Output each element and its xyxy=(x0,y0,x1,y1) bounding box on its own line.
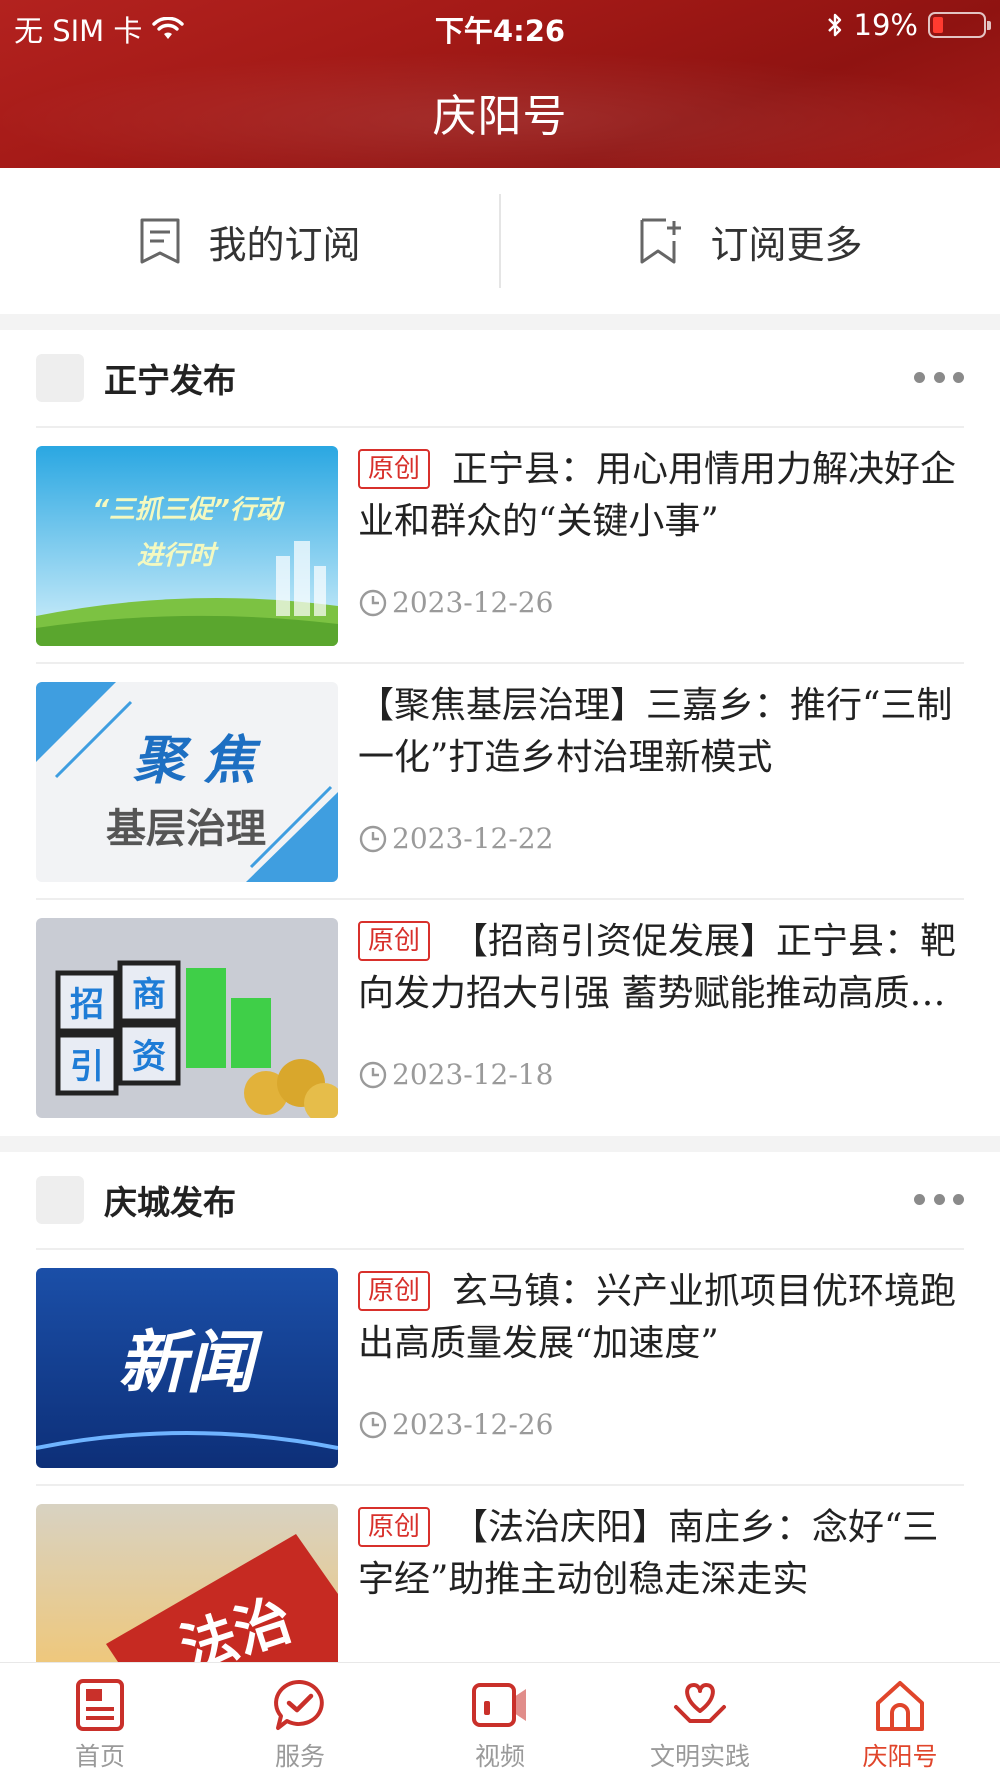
article-title: 原创【招商引资促发展】正宁县：靶向发力招大引强 蓄势赋能推动高质量发展 xyxy=(358,921,957,1014)
channel-header[interactable]: 庆城发布 xyxy=(0,1152,1000,1248)
video-camera-icon xyxy=(472,1683,526,1727)
article-item[interactable]: 聚 焦 基层治理 【聚焦基层治理】三嘉乡：推行“三制一化”打造乡村治理新模式 2… xyxy=(36,662,964,898)
channel-section: 庆城发布 新闻 原创 玄马镇：兴产业抓项目优环境跑出高质量发展“加速度” 2023… xyxy=(0,1152,1000,1662)
article-item[interactable]: 新闻 原创 玄马镇：兴产业抓项目优环境跑出高质量发展“加速度” 2023-12-2… xyxy=(36,1248,964,1484)
original-badge: 原创 xyxy=(358,1271,431,1311)
tab-video[interactable]: 视频 xyxy=(400,1663,600,1778)
channel-header[interactable]: 正宁发布 xyxy=(0,330,1000,426)
thumbnail-text: 聚 焦 xyxy=(133,730,262,791)
article-title: 【聚焦基层治理】三嘉乡：推行“三制一化”打造乡村治理新模式 xyxy=(358,685,953,778)
article-item[interactable]: 招 商 引 资 原创 【招商引资促发展】正宁县：靶向发力招大引强 蓄势赋能推动高质… xyxy=(36,898,964,1134)
article-date: 2023-12-22 xyxy=(358,822,553,855)
original-badge: 原创 xyxy=(358,449,431,489)
original-badge: 原创 xyxy=(358,1507,431,1547)
clock-icon xyxy=(359,1061,387,1088)
article-thumbnail: 法治 xyxy=(36,1504,338,1662)
tab-label: 庆阳号 xyxy=(862,1742,938,1771)
original-badge: 原创 xyxy=(358,921,431,961)
thumbnail-text: 引 xyxy=(70,1047,104,1087)
tab-home[interactable]: 首页 xyxy=(0,1663,200,1778)
clock-icon xyxy=(359,589,387,616)
channel-name: 庆城发布 xyxy=(104,1183,236,1222)
tab-qingyang-hao[interactable]: 庆阳号 xyxy=(800,1663,1000,1778)
tab-label: 首页 xyxy=(74,1742,125,1771)
clock-icon xyxy=(359,825,387,852)
article-item[interactable]: 法治 原创 【法治庆阳】南庄乡：念好“三字经”助推主动创稳走深走实 xyxy=(36,1484,964,1662)
bluetooth-icon xyxy=(827,13,841,37)
more-options-icon[interactable] xyxy=(914,1184,964,1214)
article-thumbnail: 招 商 引 资 xyxy=(36,918,338,1118)
more-options-icon[interactable] xyxy=(914,362,964,392)
subscribe-more-button[interactable]: 订阅更多 xyxy=(501,168,1000,314)
bottom-tab-bar: 首页 服务 视频 文明实践 庆阳号 xyxy=(0,1662,1000,1778)
subscribe-more-label: 订阅更多 xyxy=(710,222,863,267)
app-header: 无 SIM 卡 下午4:26 19% 庆阳号 xyxy=(0,0,1000,168)
article-thumbnail: “三抓三促”行动 进行时 xyxy=(36,446,338,646)
my-subscriptions-label: 我的订阅 xyxy=(208,222,361,267)
home-icon xyxy=(876,1681,924,1731)
tab-civilization-practice[interactable]: 文明实践 xyxy=(600,1663,800,1778)
tab-label: 文明实践 xyxy=(649,1742,750,1771)
thumbnail-text: 基层治理 xyxy=(106,806,266,852)
thumbnail-text: 进行时 xyxy=(137,541,219,571)
thumbnail-text: 招 xyxy=(70,985,104,1025)
my-subscriptions-button[interactable]: 我的订阅 xyxy=(0,168,499,314)
article-date: 2023-12-18 xyxy=(358,1058,553,1091)
thumbnail-text: “三抓三促”行动 xyxy=(92,495,285,525)
channel-section: 正宁发布 “三抓三促”行动 进行时 原创 正宁县：用心用情用力解决好企业和群众的“… xyxy=(0,330,1000,1136)
article-date: 2023-12-26 xyxy=(358,586,553,619)
channel-logo xyxy=(36,1176,84,1224)
article-title: 原创 正宁县：用心用情用力解决好企业和群众的“关键小事” xyxy=(358,449,957,542)
newspaper-icon xyxy=(76,1679,124,1731)
channel-name: 正宁发布 xyxy=(104,361,236,400)
subscription-list-icon xyxy=(140,218,180,264)
article-title: 原创 玄马镇：兴产业抓项目优环境跑出高质量发展“加速度” xyxy=(358,1271,957,1364)
battery-icon xyxy=(928,12,991,38)
bookmark-add-icon xyxy=(640,218,682,264)
page-title: 庆阳号 xyxy=(432,91,568,142)
article-thumbnail: 聚 焦 基层治理 xyxy=(36,682,338,882)
article-date: 2023-12-26 xyxy=(358,1408,553,1441)
tab-label: 服务 xyxy=(274,1742,325,1771)
tab-service[interactable]: 服务 xyxy=(200,1663,400,1778)
status-bar: 无 SIM 卡 下午4:26 19% xyxy=(0,0,1000,50)
article-thumbnail: 新闻 xyxy=(36,1268,338,1468)
clock-icon xyxy=(359,1411,387,1438)
article-title: 原创 【法治庆阳】南庄乡：念好“三字经”助推主动创稳走深走实 xyxy=(358,1507,939,1600)
heart-hands-icon xyxy=(674,1683,726,1723)
subscribe-bar: 我的订阅 订阅更多 xyxy=(0,168,1000,314)
tab-label: 视频 xyxy=(474,1742,525,1771)
channel-logo xyxy=(36,354,84,402)
thumbnail-text: 商 xyxy=(132,975,166,1015)
thumbnail-text: 资 xyxy=(132,1037,166,1077)
battery-percent: 19% xyxy=(853,8,918,42)
article-item[interactable]: “三抓三促”行动 进行时 原创 正宁县：用心用情用力解决好企业和群众的“关键小事”… xyxy=(36,426,964,662)
chat-check-icon xyxy=(274,1679,324,1730)
thumbnail-text: 新闻 xyxy=(118,1324,263,1403)
